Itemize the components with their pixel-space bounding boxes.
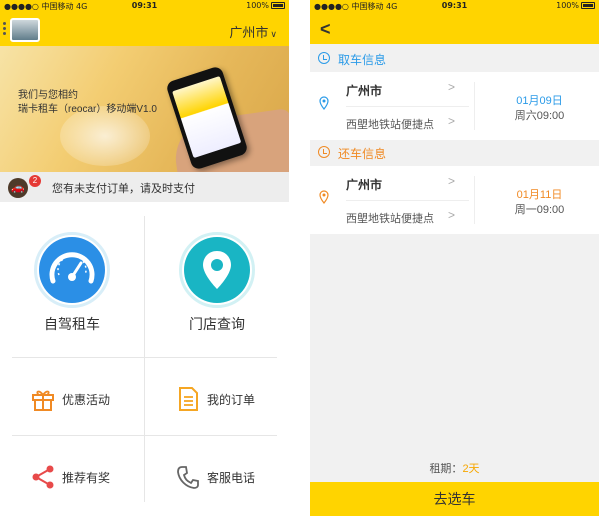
booking-header: < [310, 14, 599, 44]
banner-text-line2: 瑞卡租车（reocar）移动端V1.0 [18, 104, 157, 115]
return-date[interactable]: 01月11日 [480, 186, 599, 202]
chevron-right-icon[interactable]: > [448, 208, 455, 222]
clock-icon [318, 52, 330, 64]
status-bar-right: ●●●●○ 中国移动 4G 09:31 100% [310, 0, 599, 14]
menu-icon[interactable] [3, 22, 7, 38]
pickup-card-vdivider [474, 82, 475, 130]
return-time[interactable]: 周一09:00 [480, 201, 599, 217]
order-document-icon [175, 386, 201, 412]
pickup-location-pin-icon [319, 96, 329, 110]
customer-service-label: 客服电话 [207, 471, 256, 485]
self-drive-circle [34, 232, 110, 308]
rental-duration-label: 租期： [429, 463, 463, 475]
chevron-right-icon[interactable]: > [448, 114, 455, 128]
status-bar: ●●●●○ 中国移动 4G 09:31 100% [0, 0, 289, 14]
return-card-divider [346, 200, 469, 201]
battery-icon [271, 2, 285, 9]
back-arrow-icon[interactable]: < [320, 19, 331, 39]
promotions-label: 优惠活动 [62, 393, 111, 407]
home-header: 广州市 ∨ [0, 14, 289, 46]
return-location-pin-icon [319, 190, 329, 204]
pickup-city[interactable]: 广州市 [346, 82, 382, 99]
city-selector[interactable]: 广州市 ∨ [229, 22, 277, 41]
pickup-card-divider [346, 106, 469, 107]
promotions-tile[interactable]: 优惠活动 [0, 358, 144, 436]
pickup-station[interactable]: 西塱地铁站便捷点 [346, 116, 434, 132]
return-station[interactable]: 西塱地铁站便捷点 [346, 210, 434, 226]
share-icon [30, 464, 56, 490]
referral-tile[interactable]: 推荐有奖 [0, 436, 144, 514]
location-pin-icon [184, 237, 250, 303]
screenshot-root: ●●●●○ 中国移动 4G 09:31 100% 广州市 ∨ 我们与您相约 瑞卡租… [0, 0, 599, 516]
return-section-header: 还车信息 [310, 140, 599, 166]
referral-label: 推荐有奖 [62, 471, 111, 485]
rental-duration: 租期：2天 [310, 460, 599, 476]
home-screen: ●●●●○ 中国移动 4G 09:31 100% 广州市 ∨ 我们与您相约 瑞卡租… [0, 0, 289, 516]
battery-percent: 100% [556, 1, 579, 10]
car-icon: 🚗 [8, 178, 28, 198]
chevron-right-icon[interactable]: > [448, 174, 455, 188]
pickup-time[interactable]: 周六09:00 [480, 107, 599, 123]
store-search-circle [179, 232, 255, 308]
pickup-date[interactable]: 01月09日 [480, 92, 599, 108]
speedometer-icon [39, 237, 105, 303]
gift-icon [30, 386, 56, 412]
return-city[interactable]: 广州市 [346, 176, 382, 193]
pickup-section-header: 取车信息 [310, 46, 599, 72]
self-drive-tile[interactable]: 自驾租车 [0, 202, 144, 358]
notice-text: 您有未支付订单，请及时支付 [52, 183, 195, 195]
status-battery-right: 100% [556, 1, 595, 10]
status-battery: 100% [246, 1, 285, 10]
store-search-label: 门店查询 [189, 316, 245, 332]
pickup-section-title: 取车信息 [338, 53, 387, 67]
return-card-vdivider [474, 176, 475, 224]
notice-badge: 2 [29, 175, 41, 187]
clock-icon [318, 146, 330, 158]
promo-banner[interactable]: 我们与您相约 瑞卡租车（reocar）移动端V1.0 [0, 46, 289, 172]
banner-text-line1: 我们与您相约 [18, 90, 78, 101]
city-name: 广州市 [229, 25, 269, 40]
chevron-down-icon: ∨ [270, 29, 277, 39]
booking-screen: ●●●●○ 中国移动 4G 09:31 100% < 取车信息 广州市 > 西塱… [310, 0, 599, 516]
phone-icon [175, 464, 201, 490]
pickup-card: 广州市 > 西塱地铁站便捷点 > 01月09日 周六09:00 [310, 72, 599, 140]
my-orders-tile[interactable]: 我的订单 [145, 358, 289, 436]
my-orders-label: 我的订单 [207, 393, 256, 407]
user-avatar[interactable] [10, 18, 40, 42]
choose-car-button[interactable]: 去选车 [310, 482, 599, 516]
return-card: 广州市 > 西塱地铁站便捷点 > 01月11日 周一09:00 [310, 166, 599, 234]
rental-duration-value: 2天 [462, 463, 480, 475]
self-drive-label: 自驾租车 [44, 316, 100, 332]
banner-glow [60, 106, 150, 166]
chevron-right-icon[interactable]: > [448, 80, 455, 94]
home-menu-grid: 自驾租车 门店查询 优惠活动 我的订单 推荐有奖 客服电话 [0, 202, 289, 516]
unpaid-order-notice[interactable]: 🚗 2 您有未支付订单，请及时支付 [0, 172, 289, 202]
battery-percent: 100% [246, 1, 269, 10]
store-search-tile[interactable]: 门店查询 [145, 202, 289, 358]
return-section-title: 还车信息 [338, 147, 387, 161]
battery-icon [581, 2, 595, 9]
customer-service-tile[interactable]: 客服电话 [145, 436, 289, 514]
